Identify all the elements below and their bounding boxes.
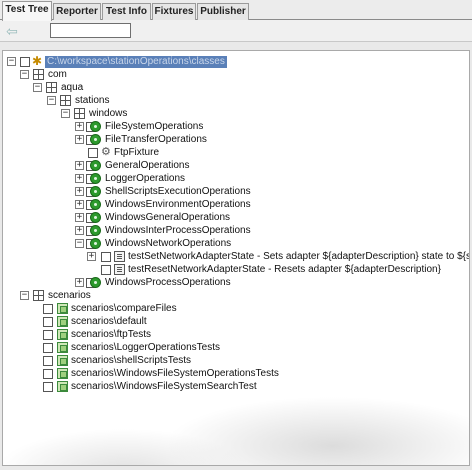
- fixture-gear-icon: ⚙: [101, 146, 111, 158]
- test-method-icon: [114, 264, 125, 275]
- node-label: FileTransferOperations: [105, 134, 207, 145]
- test-class-icon: [90, 134, 101, 145]
- tree-root-label: C:\workspace\stationOperations\classes: [45, 56, 227, 68]
- checkbox[interactable]: [43, 317, 53, 327]
- node-label: stations: [75, 95, 110, 106]
- filter-input[interactable]: [50, 23, 131, 38]
- expand-icon[interactable]: +: [75, 213, 84, 222]
- tab-bar: Test Tree Reporter Test Info Fixtures Pu…: [0, 0, 472, 21]
- package-icon: [74, 108, 85, 119]
- tab-reporter[interactable]: Reporter: [53, 3, 101, 20]
- node-label: scenarios\WindowsFileSystemSearchTest: [71, 381, 257, 392]
- node-label: scenarios: [48, 290, 91, 301]
- checkbox[interactable]: [101, 252, 111, 262]
- node-label: WindowsEnvironmentOperations: [105, 199, 251, 210]
- test-class-icon: [90, 173, 101, 184]
- tab-test-info[interactable]: Test Info: [102, 3, 151, 20]
- toolbar: ⇦: [0, 20, 472, 42]
- test-class-icon: [90, 277, 101, 288]
- expand-icon[interactable]: +: [75, 226, 84, 235]
- scenario-icon: [57, 355, 68, 366]
- checkbox[interactable]: [43, 330, 53, 340]
- expand-icon[interactable]: +: [75, 161, 84, 170]
- test-class-icon: [90, 160, 101, 171]
- tab-test-tree[interactable]: Test Tree: [2, 1, 52, 21]
- node-label: scenarios\ftpTests: [71, 329, 152, 340]
- collapse-icon[interactable]: −: [33, 83, 42, 92]
- scenario-icon: [57, 316, 68, 327]
- checkbox[interactable]: [43, 369, 53, 379]
- package-icon: [33, 290, 44, 301]
- test-class-icon: [90, 186, 101, 197]
- test-method-icon: [114, 251, 125, 262]
- expand-icon[interactable]: +: [75, 200, 84, 209]
- checkbox[interactable]: [43, 356, 53, 366]
- node-label: scenarios\compareFiles: [71, 303, 177, 314]
- package-icon: [60, 95, 71, 106]
- checkbox[interactable]: [43, 304, 53, 314]
- package-icon: [33, 69, 44, 80]
- collapse-icon[interactable]: −: [75, 239, 84, 248]
- expand-icon[interactable]: +: [87, 252, 96, 261]
- node-label: WindowsNetworkOperations: [105, 238, 232, 249]
- node-label: scenarios\default: [71, 316, 147, 327]
- checkbox[interactable]: [101, 265, 111, 275]
- node-label: FtpFixture: [114, 147, 160, 158]
- back-arrow-icon[interactable]: ⇦: [4, 23, 20, 39]
- root-folder-icon: ✱: [32, 54, 43, 68]
- checkbox[interactable]: [88, 148, 98, 158]
- node-label: com: [48, 69, 67, 80]
- scenario-icon: [57, 368, 68, 379]
- checkbox[interactable]: [20, 57, 30, 67]
- checkbox[interactable]: [43, 382, 53, 392]
- collapse-icon[interactable]: −: [47, 96, 56, 105]
- collapse-icon[interactable]: −: [61, 109, 70, 118]
- node-label: WindowsProcessOperations: [105, 277, 231, 288]
- node-label: WindowsGeneralOperations: [105, 212, 231, 223]
- scenario-icon: [57, 342, 68, 353]
- test-class-icon: [90, 212, 101, 223]
- collapse-icon[interactable]: −: [7, 57, 16, 66]
- test-class-icon: [90, 199, 101, 210]
- collapse-icon[interactable]: −: [20, 70, 29, 79]
- package-icon: [46, 82, 57, 93]
- expand-icon[interactable]: +: [75, 187, 84, 196]
- scenario-icon: [57, 303, 68, 314]
- node-label: scenarios\shellScriptsTests: [71, 355, 192, 366]
- test-tree: − ✱ C:\workspace\stationOperations\class…: [2, 50, 470, 466]
- scenario-icon: [57, 381, 68, 392]
- test-class-icon: [90, 225, 101, 236]
- expand-icon[interactable]: +: [75, 174, 84, 183]
- test-class-icon: [90, 238, 101, 249]
- tab-publisher[interactable]: Publisher: [197, 3, 249, 20]
- test-class-icon: [90, 121, 101, 132]
- node-label: testSetNetworkAdapterState - Sets adapte…: [128, 251, 470, 262]
- expand-icon[interactable]: +: [75, 122, 84, 131]
- node-label: scenarios\WindowsFileSystemOperationsTes…: [71, 368, 279, 379]
- collapse-icon[interactable]: −: [20, 291, 29, 300]
- tab-fixtures[interactable]: Fixtures: [152, 3, 196, 20]
- node-label: WindowsInterProcessOperations: [105, 225, 251, 236]
- node-label: windows: [89, 108, 128, 119]
- checkbox[interactable]: [43, 343, 53, 353]
- scenario-icon: [57, 329, 68, 340]
- node-label: LoggerOperations: [105, 173, 186, 184]
- expand-icon[interactable]: +: [75, 278, 84, 287]
- node-label: scenarios\LoggerOperationsTests: [71, 342, 220, 353]
- expand-icon[interactable]: +: [75, 135, 84, 144]
- node-label: aqua: [61, 82, 84, 93]
- node-label: ShellScriptsExecutionOperations: [105, 186, 251, 197]
- node-label: GeneralOperations: [105, 160, 190, 171]
- node-label: testResetNetworkAdapterState - Resets ad…: [128, 264, 441, 275]
- node-label: FileSystemOperations: [105, 121, 204, 132]
